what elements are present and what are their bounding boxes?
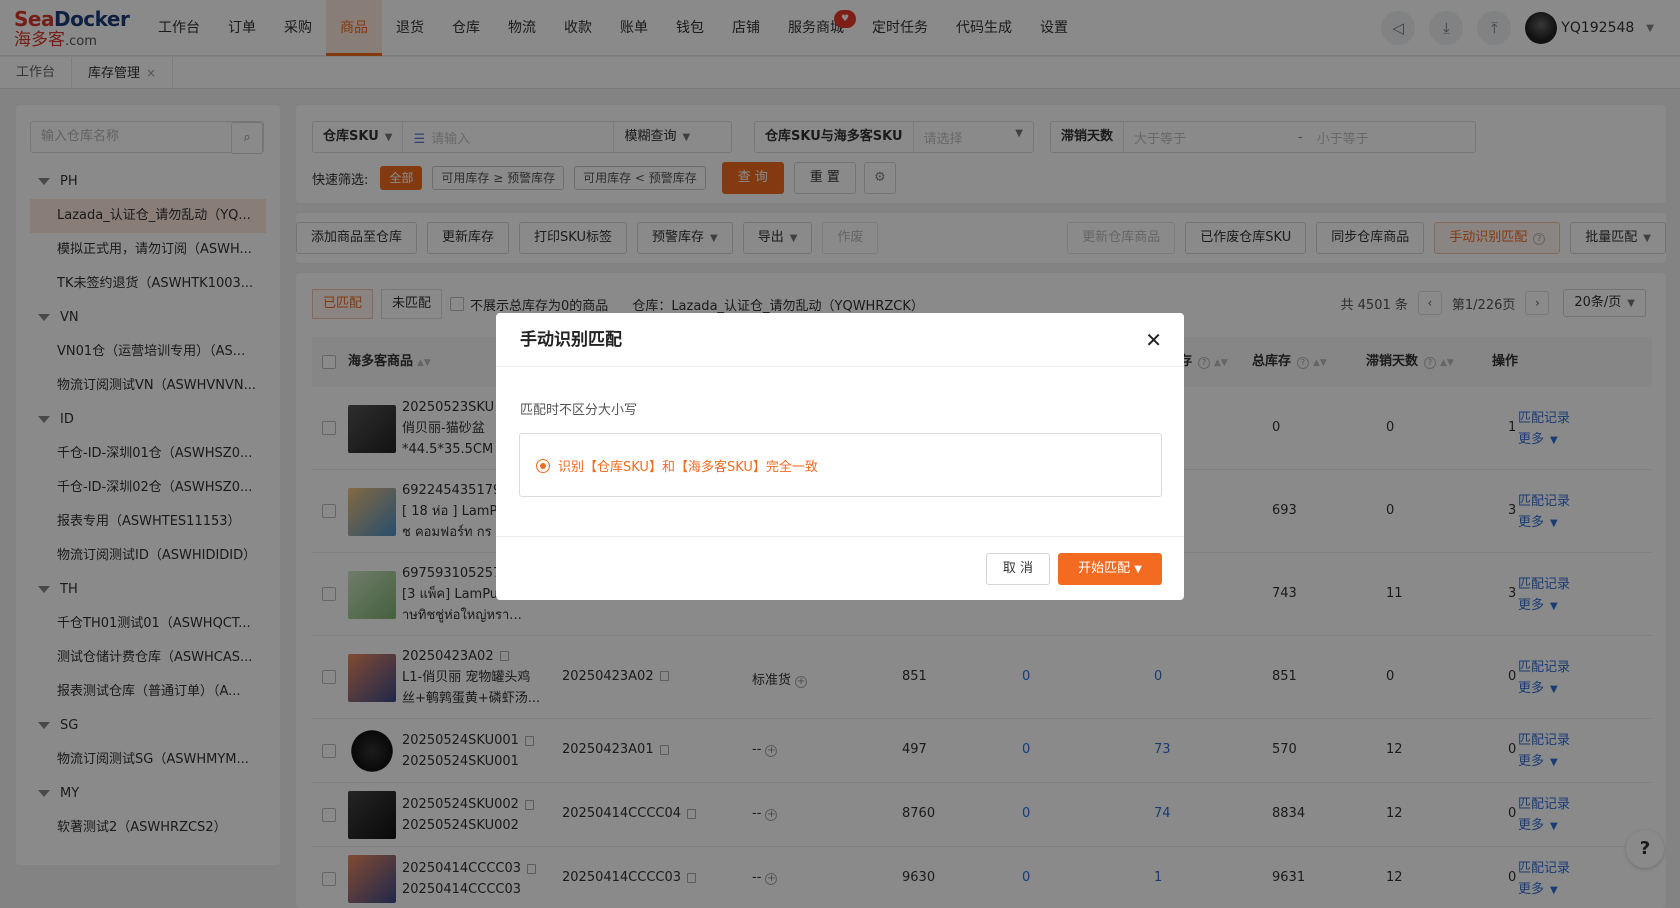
dialog-footer: 取 消 开始匹配 ▼ <box>496 536 1184 600</box>
chevron-down-icon: ▼ <box>1134 564 1142 575</box>
start-match-button[interactable]: 开始匹配 ▼ <box>1058 553 1162 585</box>
cancel-button[interactable]: 取 消 <box>986 553 1050 585</box>
close-icon[interactable]: ✕ <box>1145 313 1162 367</box>
manual-match-dialog: 手动识别匹配 ✕ 匹配时不区分大小写 识别【仓库SKU】和【海多客SKU】完全一… <box>496 313 1184 600</box>
dialog-hint: 匹配时不区分大小写 <box>520 403 638 418</box>
match-rule-label: 识别【仓库SKU】和【海多客SKU】完全一致 <box>558 460 818 475</box>
dialog-title: 手动识别匹配 ✕ <box>496 313 1184 367</box>
match-rule-option[interactable]: 识别【仓库SKU】和【海多客SKU】完全一致 <box>519 433 1162 497</box>
match-rule-radio[interactable] <box>536 459 550 473</box>
